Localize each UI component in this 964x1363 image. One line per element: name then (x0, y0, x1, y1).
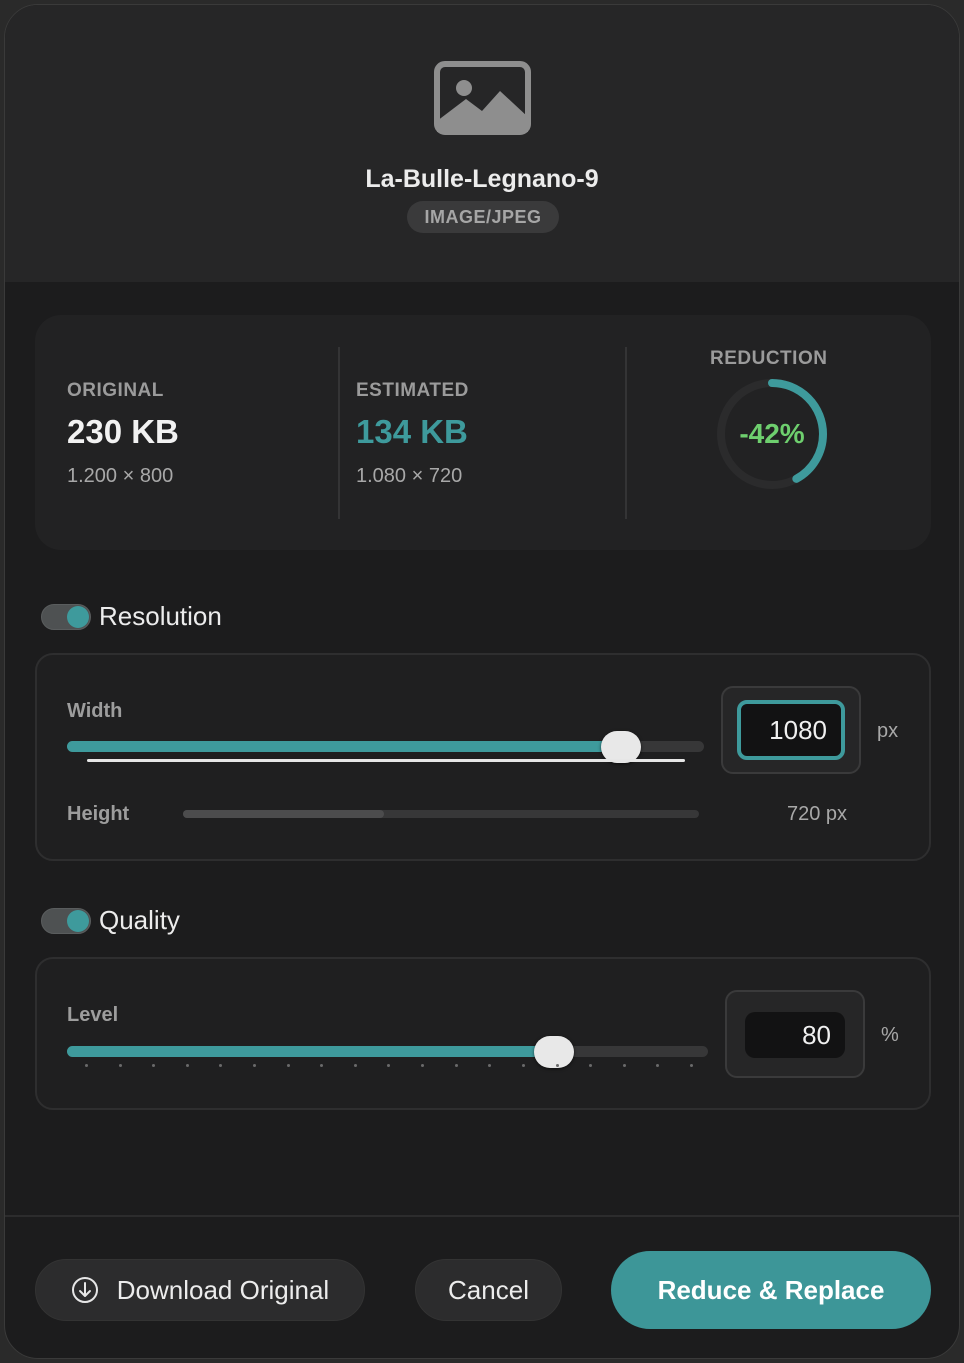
toggle-knob (67, 605, 89, 628)
tick-dot (656, 1064, 660, 1067)
tick-dot (555, 1064, 559, 1067)
download-icon (71, 1277, 98, 1303)
mime-type-badge: IMAGE/JPEG (407, 201, 559, 233)
original-dimensions: 1.200 × 800 (67, 465, 174, 487)
height-bar-fill (183, 810, 385, 818)
resolution-title: Resolution (99, 601, 222, 631)
cancel-button[interactable]: Cancel (415, 1259, 562, 1321)
quality-tick-marks (85, 1064, 693, 1067)
width-input-wrapper: 1080 (721, 686, 861, 774)
size-stats-card: ORIGINAL 230 KB 1.200 × 800 ESTIMATED 13… (35, 315, 931, 550)
quality-header: Quality (41, 905, 180, 936)
tick-dot (589, 1064, 593, 1067)
tick-dot (454, 1064, 458, 1067)
tick-dot (521, 1064, 525, 1067)
download-original-button[interactable]: Download Original (35, 1259, 365, 1321)
quality-input-wrapper: 80 (725, 990, 865, 1078)
level-label: Level (67, 1004, 119, 1026)
reduce-image-dialog: La-Bulle-Legnano-9 IMAGE/JPEG ORIGINAL 2… (4, 4, 960, 1359)
quality-input[interactable]: 80 (745, 1012, 845, 1058)
reduce-replace-button[interactable]: Reduce & Replace (611, 1251, 931, 1329)
dialog-header: La-Bulle-Legnano-9 IMAGE/JPEG (5, 5, 959, 282)
tick-dot (253, 1064, 257, 1067)
tick-dot (421, 1064, 425, 1067)
resolution-panel: Width 1080 px Height 720 px (35, 653, 931, 861)
quality-slider[interactable] (67, 1046, 708, 1057)
width-tick-marks (87, 759, 685, 762)
quality-unit: % (881, 1024, 899, 1046)
cancel-label: Cancel (448, 1274, 529, 1305)
tick-dot (185, 1064, 189, 1067)
width-slider-fill (67, 741, 622, 752)
file-name: La-Bulle-Legnano-9 (365, 165, 599, 193)
estimated-size: 134 KB (356, 413, 468, 450)
height-bar (183, 810, 699, 818)
reduce-replace-label: Reduce & Replace (657, 1274, 885, 1305)
width-unit: px (877, 720, 899, 742)
quality-panel: Level 80 % (35, 957, 931, 1110)
stats-divider (625, 347, 627, 519)
width-label: Width (67, 700, 123, 722)
tick-dot (152, 1064, 156, 1067)
footer-divider (5, 1215, 959, 1217)
estimated-dimensions: 1.080 × 720 (356, 465, 463, 487)
stats-divider (338, 347, 340, 519)
tick-dot (689, 1064, 693, 1067)
tick-dot (320, 1064, 324, 1067)
toggle-knob (67, 909, 89, 932)
reduction-percent: -42% (739, 418, 805, 449)
height-label: Height (67, 803, 130, 825)
quality-toggle[interactable] (41, 907, 91, 934)
estimated-label: ESTIMATED (356, 380, 469, 401)
quality-slider-fill (67, 1046, 555, 1057)
tick-dot (622, 1064, 626, 1067)
reduction-label: REDUCTION (710, 348, 828, 369)
image-icon (434, 61, 531, 135)
tick-dot (118, 1064, 122, 1067)
original-size: 230 KB (67, 413, 179, 450)
tick-dot (387, 1064, 391, 1067)
width-input[interactable]: 1080 (737, 700, 845, 760)
quality-title: Quality (99, 905, 180, 935)
resolution-toggle[interactable] (41, 603, 91, 630)
resolution-header: Resolution (41, 601, 222, 632)
tick-dot (353, 1064, 357, 1067)
original-label: ORIGINAL (67, 380, 164, 401)
download-original-label: Download Original (116, 1274, 330, 1305)
tick-dot (219, 1064, 223, 1067)
height-value: 720 px (787, 803, 848, 825)
tick-dot (85, 1064, 88, 1067)
tick-dot (488, 1064, 492, 1067)
tick-dot (286, 1064, 290, 1067)
